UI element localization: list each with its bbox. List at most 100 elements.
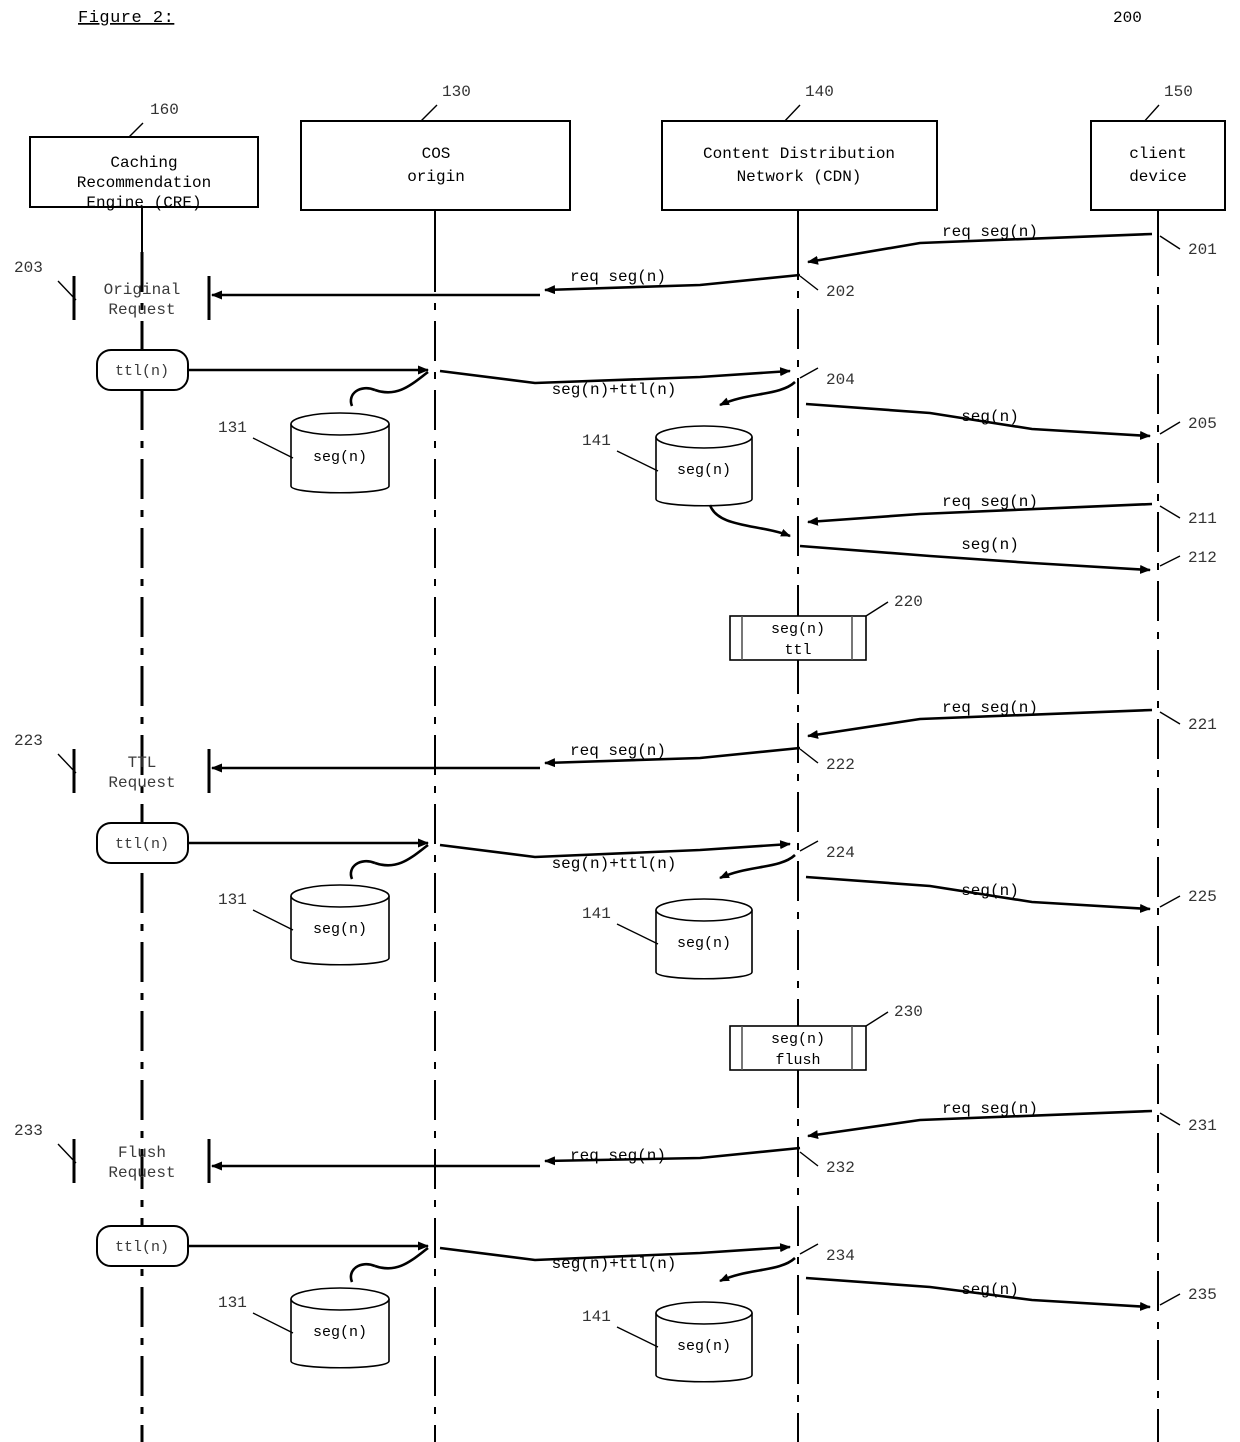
message-201[interactable]: req seg(n) 201 — [807, 223, 1217, 265]
message-211[interactable]: req seg(n) 211 — [807, 493, 1217, 528]
entity-label-cdn-line2: Network (CDN) — [737, 168, 862, 186]
ttl-node-2[interactable]: ttl(n) — [96, 822, 189, 864]
leader-line-201 — [1159, 235, 1181, 250]
message-232[interactable]: req seg(n) 232 — [211, 1146, 855, 1177]
entity-client-device[interactable]: 150 client device — [1090, 83, 1226, 1442]
ref-number-222: 222 — [826, 756, 855, 774]
message-202[interactable]: req seg(n) 202 — [211, 268, 855, 301]
entity-label-cos-line2: origin — [407, 168, 465, 186]
message-212[interactable]: seg(n) 212 — [799, 536, 1217, 574]
entity-box-cos[interactable] — [300, 120, 571, 211]
message-222[interactable]: req seg(n) 222 — [211, 742, 855, 774]
leader-line-204 — [799, 367, 819, 379]
leader-line-131-c — [252, 1312, 294, 1334]
entity-label-client-line2: device — [1129, 168, 1187, 186]
ref-number-232: 232 — [826, 1159, 855, 1177]
leader-line-230 — [865, 1011, 889, 1027]
sequence-diagram: Figure 2: 200 160 Caching Recommendation… — [14, 9, 1226, 1442]
message-231[interactable]: req seg(n) 231 — [807, 1100, 1217, 1140]
ref-number-205: 205 — [1188, 415, 1217, 433]
cylinder-141-b-label: seg(n) — [677, 935, 731, 952]
cylinder-131-b: seg(n) 131 — [218, 843, 429, 966]
leader-line-211 — [1159, 505, 1181, 519]
ttl-node-label-1: ttl(n) — [115, 363, 169, 380]
message-label-204: seg(n)+ttl(n) — [552, 381, 677, 399]
entity-cos-origin[interactable]: 130 COS origin — [300, 83, 571, 1442]
cylinder-141-c-top — [655, 1301, 753, 1325]
entity-box-client[interactable] — [1090, 120, 1226, 211]
ref-number-211: 211 — [1188, 510, 1217, 528]
ref-number-233: 233 — [14, 1122, 43, 1140]
leader-line-212 — [1159, 555, 1181, 567]
message-235[interactable]: seg(n) 235 — [805, 1276, 1217, 1311]
cylinder-141-a-connector — [719, 380, 796, 407]
ref-number-150: 150 — [1164, 83, 1193, 101]
leader-line-224 — [799, 840, 819, 852]
note-label-230-line2: flush — [775, 1052, 820, 1069]
figure-number: 200 — [1113, 9, 1142, 27]
cylinder-131-a-label: seg(n) — [313, 449, 367, 466]
message-234[interactable]: seg(n)+ttl(n) 234 — [188, 1241, 855, 1273]
ref-number-202: 202 — [826, 283, 855, 301]
ttl-node-3[interactable]: ttl(n) — [96, 1225, 189, 1267]
cylinder-141-c-connector — [719, 1256, 796, 1283]
message-205[interactable]: seg(n) 205 — [805, 402, 1217, 440]
ref-number-201: 201 — [1188, 241, 1217, 259]
phase-label-233-line2: Request — [108, 1164, 175, 1182]
cylinder-141-c: seg(n) 141 — [582, 1256, 796, 1383]
cylinder-131-c-connector2 — [374, 1246, 429, 1270]
cylinder-131-c-connector — [349, 1262, 376, 1283]
ref-number-131-a: 131 — [218, 419, 247, 437]
ref-number-203: 203 — [14, 259, 43, 277]
leader-line-202 — [799, 275, 819, 291]
cylinder-141-a-label: seg(n) — [677, 462, 731, 479]
message-225[interactable]: seg(n) 225 — [805, 875, 1217, 913]
entity-label-client-line1: client — [1129, 145, 1187, 163]
entity-box-cdn[interactable] — [661, 120, 938, 211]
message-label-224: seg(n)+ttl(n) — [552, 855, 677, 873]
ref-number-212: 212 — [1188, 549, 1217, 567]
cylinder-131-c-top — [290, 1287, 390, 1311]
cylinder-141-b: seg(n) 141 — [582, 853, 796, 980]
ttl-node-1[interactable]: ttl(n) — [96, 349, 189, 391]
message-label-202: req seg(n) — [570, 268, 666, 286]
ref-number-234: 234 — [826, 1247, 855, 1265]
entity-label-cre-line2: Recommendation — [77, 174, 211, 192]
cylinder-141-b-connector — [719, 853, 796, 880]
cylinder-131-b-connector2 — [374, 843, 429, 867]
leader-line-231 — [1159, 1112, 1181, 1126]
ref-number-160: 160 — [150, 101, 179, 119]
ref-number-220: 220 — [894, 593, 923, 611]
ref-number-141-a: 141 — [582, 432, 611, 450]
cylinder-131-a-top — [290, 412, 390, 436]
phase-label-203-line2: Request — [108, 301, 175, 319]
cylinder-141-c-label: seg(n) — [677, 1338, 731, 1355]
leader-line-205 — [1159, 421, 1181, 435]
ref-number-141-c: 141 — [582, 1308, 611, 1326]
ref-number-231: 231 — [1188, 1117, 1217, 1135]
ref-number-223: 223 — [14, 732, 43, 750]
entity-label-cos-line1: COS — [422, 145, 451, 163]
phase-flush-request: 233 Flush Request — [14, 1122, 211, 1183]
cylinder-141-a-top — [655, 425, 753, 449]
leader-line-131-b — [252, 909, 294, 931]
ttl-node-label-2: ttl(n) — [115, 836, 169, 853]
phase-ttl-request: 223 TTL Request — [14, 732, 211, 793]
note-230: seg(n) flush 230 — [729, 1003, 923, 1071]
leader-line-221 — [1159, 711, 1181, 725]
ref-number-221: 221 — [1188, 716, 1217, 734]
cylinder-141-b-top — [655, 898, 753, 922]
leader-line-220 — [865, 601, 889, 617]
message-arrow-204-seg2 — [439, 367, 791, 385]
leader-line-232 — [799, 1151, 819, 1167]
phase-label-223-line2: Request — [108, 774, 175, 792]
entity-cdn[interactable]: 140 Content Distribution Network (CDN) — [661, 83, 938, 1442]
cylinder-131-a: seg(n) 131 — [218, 370, 429, 494]
message-221[interactable]: req seg(n) 221 — [807, 699, 1217, 739]
note-220: seg(n) ttl 220 — [729, 593, 923, 661]
phase-label-223-line1: TTL — [128, 754, 157, 772]
leader-line-141-c — [616, 1326, 659, 1348]
leader-line-141-b — [616, 923, 659, 945]
cylinder-131-b-top — [290, 884, 390, 908]
entity-label-cre-line3: Engine (CRE) — [86, 194, 201, 212]
